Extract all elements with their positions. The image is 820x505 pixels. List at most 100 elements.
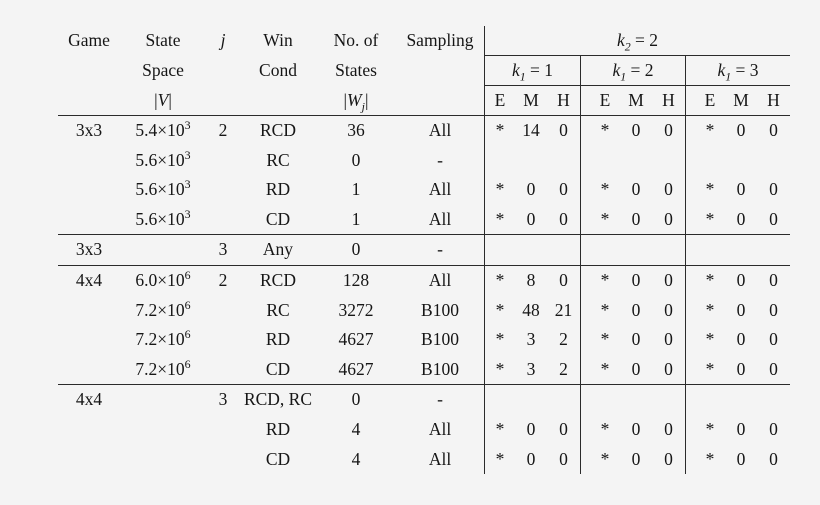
cell-win-cond: CD: [265, 208, 291, 229]
cell-g2-e: [580, 384, 620, 415]
cell-g1-m: 3: [526, 329, 536, 350]
cell-g3-m: 0: [736, 418, 746, 439]
cell-g3-m: 0: [736, 208, 746, 229]
header-j-spacer-2: [206, 85, 240, 116]
cell-g2-h: [652, 384, 686, 415]
cell-g1-m: 8: [515, 264, 547, 296]
cell-g2-m: 0: [631, 208, 641, 229]
header-sub-g1-h: H: [547, 85, 581, 116]
header-k1-group-3: k1 = 3: [685, 55, 790, 86]
cell-g2-m: [620, 146, 652, 176]
cell-j: 3: [206, 234, 240, 266]
table-row: 4x4 3 RCD, RC 0-: [58, 384, 790, 415]
cell-g1-h: 0: [547, 264, 581, 296]
header-sub-g2-e: E: [580, 85, 620, 116]
cell-sampling: -: [396, 234, 485, 266]
cell-state-space: 7.2×106: [135, 356, 191, 379]
header-game-spacer-2: [58, 85, 120, 116]
cell-g1-h: 21: [554, 299, 573, 320]
cell-g1-h: 0: [559, 208, 568, 229]
cell-j: [206, 445, 240, 475]
cell-g2-e: *: [580, 204, 620, 235]
cell-sampling: B100: [421, 299, 459, 320]
cell-num-states: 3272: [338, 299, 374, 320]
header-state-space-line1: State: [145, 30, 181, 50]
table-row: 5.6×103 CD 1 All * 0 0 * 0 0 * 0 0: [58, 204, 790, 235]
cell-g3-e: *: [685, 204, 725, 235]
cell-g2-m: [620, 384, 652, 415]
cell-g3-h: 0: [757, 114, 790, 146]
header-sub-g1-e: E: [484, 85, 515, 116]
cell-g1-e: [484, 234, 515, 266]
cell-state-space: 6.0×106: [120, 264, 206, 296]
cell-game: 3x3: [58, 114, 120, 146]
table-row: 5.6×103 RD 1 All * 0 0 * 0 0 * 0 0: [58, 175, 790, 205]
cell-g2-h: [652, 234, 686, 266]
cell-g3-h: 0: [769, 418, 778, 439]
cell-sampling: B100: [421, 329, 459, 350]
cell-state-space: [120, 234, 206, 266]
cell-game: 3x3: [58, 234, 120, 266]
cell-num-states: 4627: [338, 329, 374, 350]
cell-g1-e: [484, 145, 515, 176]
cell-g2-e: *: [580, 295, 620, 326]
cell-game: [58, 355, 120, 385]
cell-g1-e: *: [484, 295, 515, 326]
cell-g2-h: 0: [664, 329, 673, 350]
cell-num-states: 0: [351, 149, 361, 170]
cell-g3-e: *: [685, 354, 725, 385]
cell-g2-m: 0: [631, 179, 641, 200]
cell-sampling: All: [396, 264, 485, 296]
header-states-symbol: |Wj|: [316, 85, 396, 116]
cell-g2-h: 0: [664, 358, 673, 379]
header-win-line2: Cond: [259, 59, 297, 80]
header-j: j: [220, 30, 226, 50]
cell-g1-m: 0: [526, 208, 536, 229]
cell-g1-e: *: [484, 114, 515, 146]
cell-g2-e: *: [580, 175, 620, 205]
cell-g2-e: *: [580, 444, 620, 475]
cell-g1-h: 0: [559, 418, 568, 439]
table-row: 7.2×106 RC 3272 B100 * 48 21 * 0 0 * 0 0: [58, 295, 790, 326]
table-row: 5.6×103 RC 0 -: [58, 145, 790, 176]
cell-num-states: 1: [351, 208, 361, 229]
cell-g3-h: 0: [757, 264, 790, 296]
header-k1-label-2: k1: [612, 59, 627, 84]
cell-g2-h: 0: [664, 299, 673, 320]
cell-g1-e: *: [484, 414, 515, 445]
cell-g3-h: 0: [769, 179, 778, 200]
cell-num-states: 4: [351, 448, 361, 469]
cell-g2-h: [652, 146, 686, 176]
cell-g2-e: [580, 145, 620, 176]
cell-sampling: -: [437, 149, 443, 170]
header-row-2: Space Cond States k1 = 1 k1 = 2 k1 = 3: [58, 55, 790, 86]
cell-g2-h: 0: [664, 208, 673, 229]
cell-g1-m: 48: [522, 299, 540, 320]
header-sub-g3-h: H: [757, 85, 790, 116]
header-k1-label-1: k1: [511, 59, 526, 84]
cell-g3-e: *: [685, 414, 725, 445]
cell-state-space: 7.2×106: [135, 297, 191, 320]
cell-g3-e: *: [685, 264, 725, 296]
cell-g1-e: *: [484, 204, 515, 235]
cell-num-states: 128: [316, 264, 396, 296]
cell-g2-m: 0: [620, 114, 652, 146]
cell-win-cond: RC: [266, 299, 290, 320]
header-row-1: Game State j Win No. of Sampling k2 = 2: [58, 26, 790, 56]
header-k1-label-3: k1: [717, 59, 732, 84]
cell-win-cond: RC: [266, 149, 290, 170]
cell-g2-h: 0: [664, 418, 673, 439]
cell-g3-e: *: [685, 444, 725, 475]
cell-state-space: 7.2×106: [135, 327, 191, 350]
cell-j: 2: [206, 114, 240, 146]
cell-g1-m: 0: [526, 179, 536, 200]
header-sub-g2-m: M: [620, 85, 652, 116]
cell-g3-m: 0: [736, 329, 746, 350]
cell-g1-e: *: [484, 444, 515, 475]
results-table: Game State j Win No. of Sampling k2 = 2 …: [58, 26, 790, 475]
header-j-spacer: [206, 56, 240, 86]
cell-g3-m: [725, 146, 757, 176]
cell-j: [206, 175, 240, 205]
cell-num-states: 0: [316, 384, 396, 415]
cell-g3-h: 0: [769, 208, 778, 229]
